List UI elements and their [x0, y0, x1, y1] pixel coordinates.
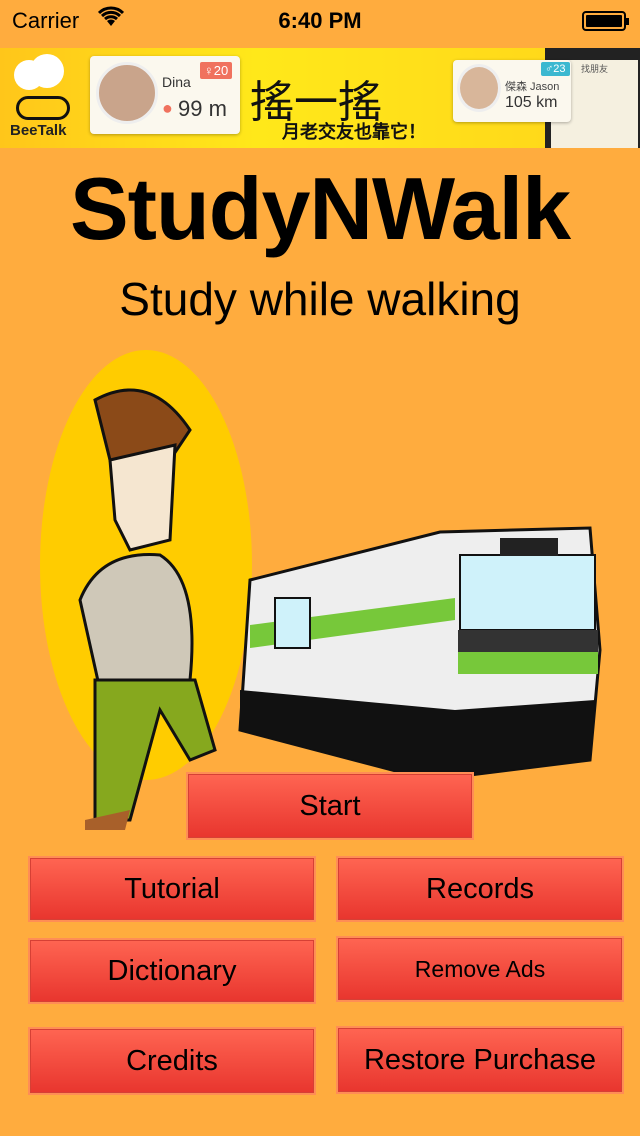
ad-tagline: 月老交友也靠它！ [282, 122, 426, 142]
hero-illustration [40, 350, 602, 830]
battery-icon [582, 11, 629, 31]
beetalk-logo: BeeTalk [10, 54, 80, 142]
remove-ads-button[interactable]: Remove Ads [336, 936, 624, 1002]
ad-user-card-1: Dina ♀20 ● 99 m [90, 56, 240, 134]
credits-button[interactable]: Credits [28, 1027, 316, 1095]
status-bar: Carrier 6:40 PM [0, 0, 640, 42]
tutorial-button[interactable]: Tutorial [28, 856, 316, 922]
ad-user2-badge: ♂23 [541, 62, 570, 76]
avatar [96, 62, 158, 124]
dictionary-button[interactable]: Dictionary [28, 938, 316, 1004]
records-button[interactable]: Records [336, 856, 624, 922]
ad-banner[interactable]: BeeTalk Dina ♀20 ● 99 m 搖一搖 月老交友也靠它！ 找朋友… [0, 48, 640, 148]
location-pin-icon: ● [162, 98, 173, 118]
app-title: StudyNWalk [69, 159, 571, 258]
train-image [238, 526, 602, 782]
start-button[interactable]: Start [186, 772, 474, 840]
clock: 6:40 PM [278, 8, 362, 33]
avatar [457, 64, 501, 112]
app-subtitle: Study while walking [119, 273, 521, 325]
ad-user-card-2: 傑森 Jason ♂23 105 km [453, 60, 571, 122]
restore-purchase-button[interactable]: Restore Purchase [336, 1026, 624, 1094]
